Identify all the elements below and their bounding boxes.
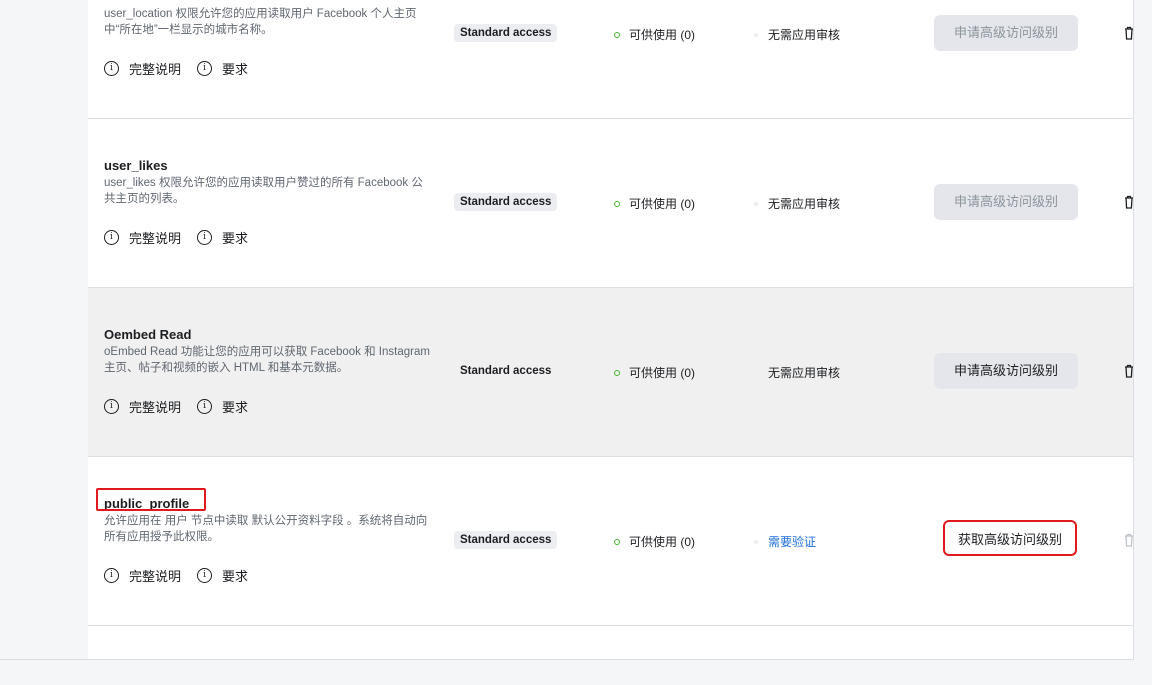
details-link[interactable]: i 完整说明 [104, 59, 181, 78]
info-icon: i [197, 61, 213, 76]
permission-description: 允许应用在 用户 节点中读取 默认公开资料字段 。系统将自动向所有应用授予此权限… [104, 515, 428, 543]
permission-links: i 完整说明 i 要求 [104, 228, 264, 247]
permission-description: user_likes 权限允许您的应用读取用户赞过的所有 Facebook 公共… [104, 177, 423, 205]
trash-icon [1125, 533, 1133, 547]
status-available: 可供使用 (0) [614, 195, 695, 212]
access-level-badge: Standard access [454, 531, 558, 549]
trash-icon[interactable] [1124, 195, 1134, 209]
info-icon: i [104, 61, 119, 76]
get-advanced-access-button[interactable]: 获取高级访问级别 [943, 520, 1077, 556]
permission-title: Oembed Read [104, 327, 192, 342]
left-gutter [0, 0, 88, 659]
details-link[interactable]: i 完整说明 [104, 566, 181, 585]
review-status: 无需应用审核 [754, 26, 840, 43]
status-dot-icon [614, 538, 620, 545]
permission-links: i 完整说明 i 要求 [104, 566, 264, 585]
status-dot-icon [614, 369, 620, 376]
review-status: 无需应用审核 [754, 195, 840, 212]
access-level-badge: Standard access [454, 24, 558, 42]
permission-links: i 完整说明 i 要求 [104, 59, 264, 78]
status-available: 可供使用 (0) [614, 533, 695, 550]
access-level-badge: Standard access [460, 365, 552, 377]
permission-title: user_likes [104, 158, 168, 173]
verification-required-link[interactable]: 需要验证 [754, 533, 816, 550]
details-link[interactable]: i 完整说明 [104, 397, 181, 416]
permission-description: oEmbed Read 功能让您的应用可以获取 Facebook 和 Insta… [104, 346, 430, 374]
info-icon: i [104, 568, 119, 583]
requirements-link[interactable]: i 要求 [197, 228, 248, 247]
requirements-link[interactable]: i 要求 [197, 397, 248, 416]
access-level-badge: Standard access [454, 193, 558, 211]
trash-icon[interactable] [1124, 364, 1134, 378]
permission-row-oembed-read: Oembed Read oEmbed Read 功能让您的应用可以获取 Face… [88, 288, 1133, 457]
trash-icon[interactable] [1124, 26, 1134, 40]
permission-row-user-location: user_location 权限允许您的应用读取用户 Facebook 个人主页… [88, 0, 1133, 119]
status-available: 可供使用 (0) [614, 26, 695, 43]
title-highlight-box [96, 488, 206, 511]
status-dot-icon [614, 200, 620, 207]
permission-row-user-likes: user_likes user_likes 权限允许您的应用读取用户赞过的所有 … [88, 119, 1133, 288]
review-status: 无需应用审核 [768, 366, 841, 380]
request-advanced-access-button[interactable]: 申请高级访问级别 [934, 15, 1078, 51]
permission-row-public-profile: public_profile 允许应用在 用户 节点中读取 默认公开资料字段 。… [88, 457, 1133, 626]
info-icon: i [104, 399, 119, 414]
permission-description: user_location 权限允许您的应用读取用户 Facebook 个人主页… [104, 8, 417, 36]
status-available: 可供使用 (0) [614, 364, 695, 381]
info-icon: i [197, 568, 213, 583]
info-icon: i [197, 230, 213, 245]
requirements-link[interactable]: i 要求 [197, 566, 248, 585]
info-icon: i [104, 230, 119, 245]
permissions-panel: user_location 权限允许您的应用读取用户 Facebook 个人主页… [0, 0, 1134, 660]
details-link[interactable]: i 完整说明 [104, 228, 181, 247]
permission-links: i 完整说明 i 要求 [104, 397, 264, 416]
next-row-partial [88, 626, 1133, 659]
status-dot-icon [614, 31, 620, 38]
requirements-link[interactable]: i 要求 [197, 59, 248, 78]
info-icon: i [197, 399, 213, 414]
request-advanced-access-button[interactable]: 申请高级访问级别 [934, 184, 1078, 220]
request-advanced-access-button[interactable]: 申请高级访问级别 [934, 353, 1078, 389]
